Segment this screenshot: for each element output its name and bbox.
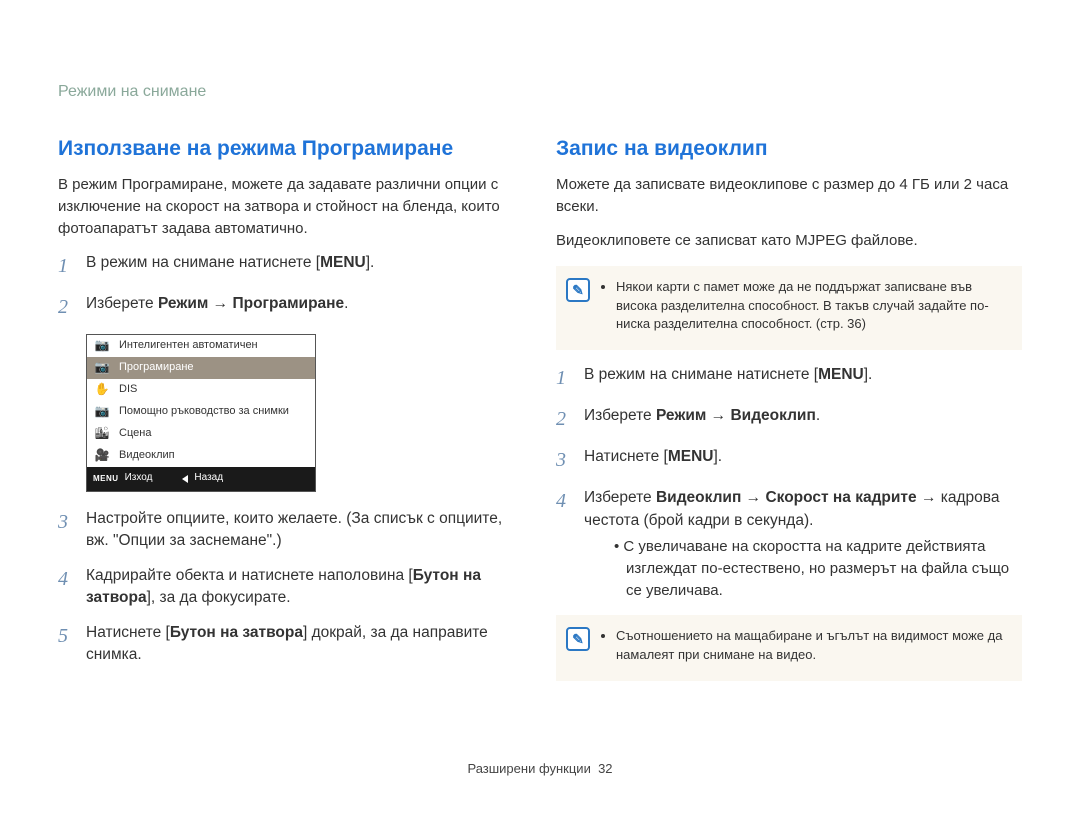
breadcrumb: Режими на снимане — [58, 80, 206, 103]
step-number: 4 — [556, 487, 572, 601]
step-number: 2 — [556, 405, 572, 434]
camera-icon: 📷 — [93, 337, 111, 354]
mode-item-video: 🎥 Видеоклип — [87, 445, 315, 467]
left-step-2: 2 Изберете Режим → Програмиране. — [58, 293, 524, 322]
left-step-5: 5 Натиснете [Бутон на затвора] докрай, з… — [58, 622, 524, 667]
step-number: 1 — [556, 364, 572, 393]
left-intro: В режим Програмиране, можете да задавате… — [58, 174, 524, 239]
hand-icon: ✋ — [93, 381, 111, 398]
right-step-4-bullet: С увеличаване на скоростта на кадрите де… — [614, 536, 1022, 601]
camera-icon: 📷 — [93, 359, 111, 376]
right-column: Запис на видеоклип Можете да записвате в… — [556, 134, 1022, 695]
step-number: 4 — [58, 565, 74, 610]
mode-item-program: 📷 Програмиране — [87, 357, 315, 379]
step-number: 5 — [58, 622, 74, 667]
left-step-3: 3 Настройте опциите, които желаете. (За … — [58, 508, 524, 553]
left-step-1: 1 В режим на снимане натиснете [MENU]. — [58, 252, 524, 281]
chevron-left-icon — [182, 475, 188, 483]
left-column: Използване на режима Програмиране В режи… — [58, 134, 524, 695]
right-step-2: 2 Изберете Режим → Видеоклип. — [556, 405, 1022, 434]
right-step-4: 4 Изберете Видеоклип → Скорост на кадрит… — [556, 487, 1022, 601]
right-intro-a: Можете да записвате видеоклипове с разме… — [556, 174, 1022, 218]
right-step-1: 1 В режим на снимане натиснете [MENU]. — [556, 364, 1022, 393]
right-step-3: 3 Натиснете [MENU]. — [556, 446, 1022, 475]
note-box-1: ✎ Някои карти с памет може да не поддърж… — [556, 266, 1022, 351]
video-icon: 🎥 — [93, 447, 111, 464]
note-icon: ✎ — [566, 278, 590, 302]
step-number: 1 — [58, 252, 74, 281]
note-box-2: ✎ Съотношението на мащабиране и ъгълът н… — [556, 615, 1022, 681]
right-intro-b: Видеоклиповете се записват като MJPEG фа… — [556, 230, 1022, 252]
step-number: 2 — [58, 293, 74, 322]
page-footer: Разширени функции 32 — [0, 760, 1080, 779]
mode-item-auto: 📷 Интелигентен автоматичен — [87, 335, 315, 357]
camera-icon: 📷 — [93, 403, 111, 420]
mode-item-guide: 📷 Помощно ръководство за снимки — [87, 401, 315, 423]
scene-icon: 🏙 — [93, 425, 111, 442]
note-icon: ✎ — [566, 627, 590, 651]
camera-menu-footer: MENU Изход Назад — [87, 467, 315, 491]
left-step-4: 4 Кадрирайте обекта и натиснете наполови… — [58, 565, 524, 610]
right-title: Запис на видеоклип — [556, 134, 1022, 164]
left-title: Използване на режима Програмиране — [58, 134, 524, 164]
mode-item-scene: 🏙 Сцена — [87, 423, 315, 445]
step-number: 3 — [556, 446, 572, 475]
camera-mode-menu: 📷 Интелигентен автоматичен 📷 Програмиран… — [86, 334, 316, 492]
step-number: 3 — [58, 508, 74, 553]
mode-item-dis: ✋ DIS — [87, 379, 315, 401]
